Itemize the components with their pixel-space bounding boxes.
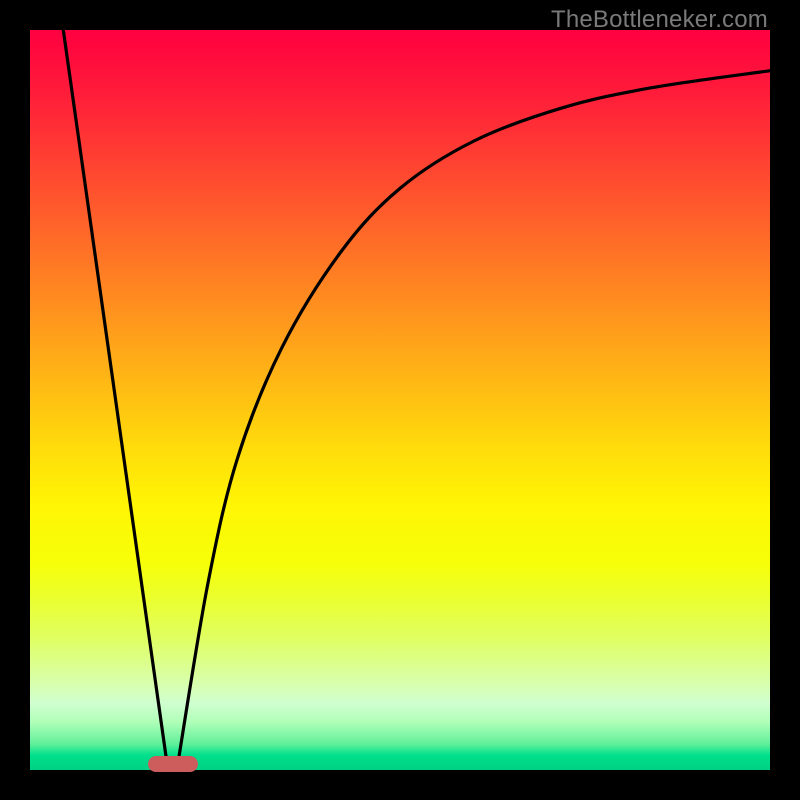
optimal-marker	[148, 756, 198, 772]
curve-path	[63, 30, 770, 763]
plot-area	[30, 30, 770, 770]
chart-frame: TheBottleneker.com	[0, 0, 800, 800]
chart-svg	[30, 30, 770, 770]
